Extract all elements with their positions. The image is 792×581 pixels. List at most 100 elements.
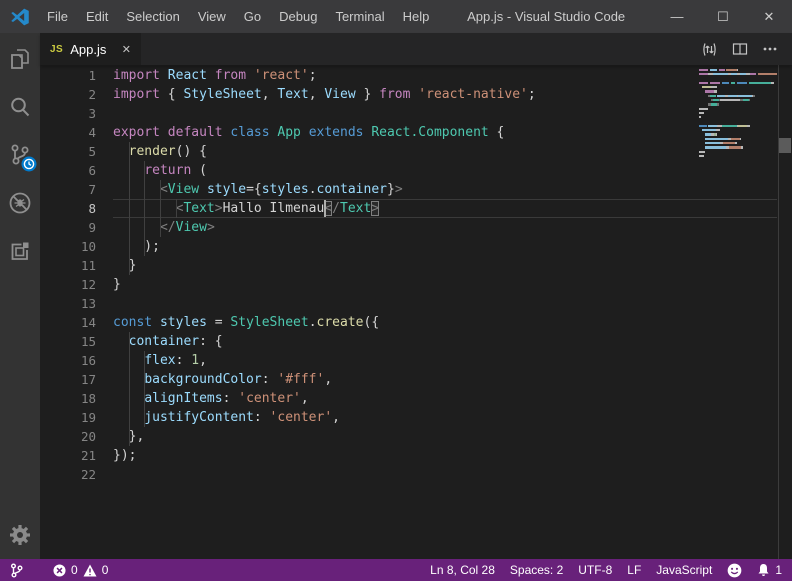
line-number[interactable]: 16 [40,351,96,370]
open-changes-icon[interactable] [701,41,718,58]
indent-guide [129,332,130,351]
line-number[interactable]: 8 [40,199,96,218]
error-count: 0 [71,563,78,577]
code-line[interactable]: 5 render() { [40,142,792,161]
code-token: Hallo Ilmenau [223,201,325,216]
line-number[interactable]: 7 [40,180,96,199]
line-number[interactable]: 11 [40,256,96,275]
code-line[interactable]: 17 backgroundColor: '#fff', [40,370,792,389]
code-line[interactable]: 19 justifyContent: 'center', [40,408,792,427]
editor-body[interactable]: 1import React from 'react';2import { Sty… [40,65,792,559]
code-line[interactable]: 3 [40,104,792,123]
code-line[interactable]: 1import React from 'react'; [40,66,792,85]
minimize-button[interactable]: — [654,0,700,33]
tab-appjs[interactable]: JS App.js ✕ [40,33,141,65]
indent-guide [160,199,161,218]
code-line[interactable]: 4export default class App extends React.… [40,123,792,142]
indent-guide [144,237,145,256]
menu-terminal[interactable]: Terminal [326,0,393,33]
git-branch-icon[interactable] [10,563,23,578]
tab-label: App.js [70,42,106,57]
code-line[interactable]: 11 } [40,256,792,275]
code-line[interactable]: 20 }, [40,427,792,446]
code-token: = [207,315,230,330]
debug-icon[interactable] [0,179,40,227]
sync-clock-badge [21,156,37,172]
split-editor-icon[interactable] [732,41,748,57]
extensions-icon[interactable] [0,227,40,275]
code-token: backgroundColor [144,372,261,387]
code-line[interactable]: 14const styles = StyleSheet.create({ [40,313,792,332]
code-line[interactable]: 9 </View> [40,218,792,237]
code-token: 'center' [238,391,301,406]
settings-gear-icon[interactable] [0,511,40,559]
code-line[interactable]: 7 <View style={styles.container}> [40,180,792,199]
code-line[interactable]: 12} [40,275,792,294]
line-number[interactable]: 12 [40,275,96,294]
code-token: . [309,182,317,197]
code-token: < [160,182,168,197]
scrollbar-strip[interactable] [778,65,792,559]
eol-status[interactable]: LF [627,563,641,577]
line-number[interactable]: 22 [40,465,96,484]
explorer-icon[interactable] [0,35,40,83]
more-actions-icon[interactable] [762,41,778,57]
line-number[interactable]: 18 [40,389,96,408]
code-line[interactable]: 10 ); [40,237,792,256]
menu-go[interactable]: Go [235,0,270,33]
encoding-status[interactable]: UTF-8 [578,563,612,577]
line-number[interactable]: 21 [40,446,96,465]
menu-edit[interactable]: Edit [77,0,117,33]
cursor-position[interactable]: Ln 8, Col 28 [430,563,495,577]
line-number[interactable]: 15 [40,332,96,351]
line-number[interactable]: 19 [40,408,96,427]
indent-guide [129,218,130,237]
code-line[interactable]: 22 [40,465,792,484]
code-line[interactable]: 8 <Text>Hallo Ilmenau</Text> [40,199,792,218]
menu-selection[interactable]: Selection [117,0,188,33]
line-number[interactable]: 17 [40,370,96,389]
notifications[interactable]: 1 [757,563,782,577]
menu-help[interactable]: Help [394,0,439,33]
problems-status[interactable]: 0 0 [53,563,108,577]
code-token: container [317,182,387,197]
menu-view[interactable]: View [189,0,235,33]
line-number[interactable]: 3 [40,104,96,123]
line-number[interactable]: 14 [40,313,96,332]
line-number[interactable]: 4 [40,123,96,142]
code-lines[interactable]: 1import React from 'react';2import { Sty… [40,65,792,484]
code-line[interactable]: 16 flex: 1, [40,351,792,370]
menu-debug[interactable]: Debug [270,0,326,33]
code-token: View [324,87,355,102]
tab-close-icon[interactable]: ✕ [122,43,131,56]
minimap-line [699,158,777,162]
code-token [199,182,207,197]
minimap[interactable] [699,68,777,163]
code-token: ; [528,87,536,102]
code-line[interactable]: 18 alignItems: 'center', [40,389,792,408]
indentation-status[interactable]: Spaces: 2 [510,563,563,577]
menu-file[interactable]: File [38,0,77,33]
search-icon[interactable] [0,83,40,131]
line-number[interactable]: 9 [40,218,96,237]
code-line[interactable]: 21}); [40,446,792,465]
line-number[interactable]: 10 [40,237,96,256]
close-button[interactable]: ✕ [746,0,792,33]
line-number[interactable]: 13 [40,294,96,313]
language-mode[interactable]: JavaScript [656,563,712,577]
code-line[interactable]: 6 return ( [40,161,792,180]
line-number[interactable]: 20 [40,427,96,446]
activity-bar [0,33,40,559]
line-number[interactable]: 1 [40,66,96,85]
code-token: } [113,258,136,273]
line-number[interactable]: 5 [40,142,96,161]
status-bar: 0 0 Ln 8, Col 28 Spaces: 2 UTF-8 LF Java… [0,559,792,581]
feedback-smiley-icon[interactable] [727,563,742,578]
line-number[interactable]: 6 [40,161,96,180]
code-line[interactable]: 13 [40,294,792,313]
code-line[interactable]: 2import { StyleSheet, Text, View } from … [40,85,792,104]
code-line[interactable]: 15 container: { [40,332,792,351]
source-control-icon[interactable] [0,131,40,179]
maximize-button[interactable]: ☐ [700,0,746,33]
line-number[interactable]: 2 [40,85,96,104]
